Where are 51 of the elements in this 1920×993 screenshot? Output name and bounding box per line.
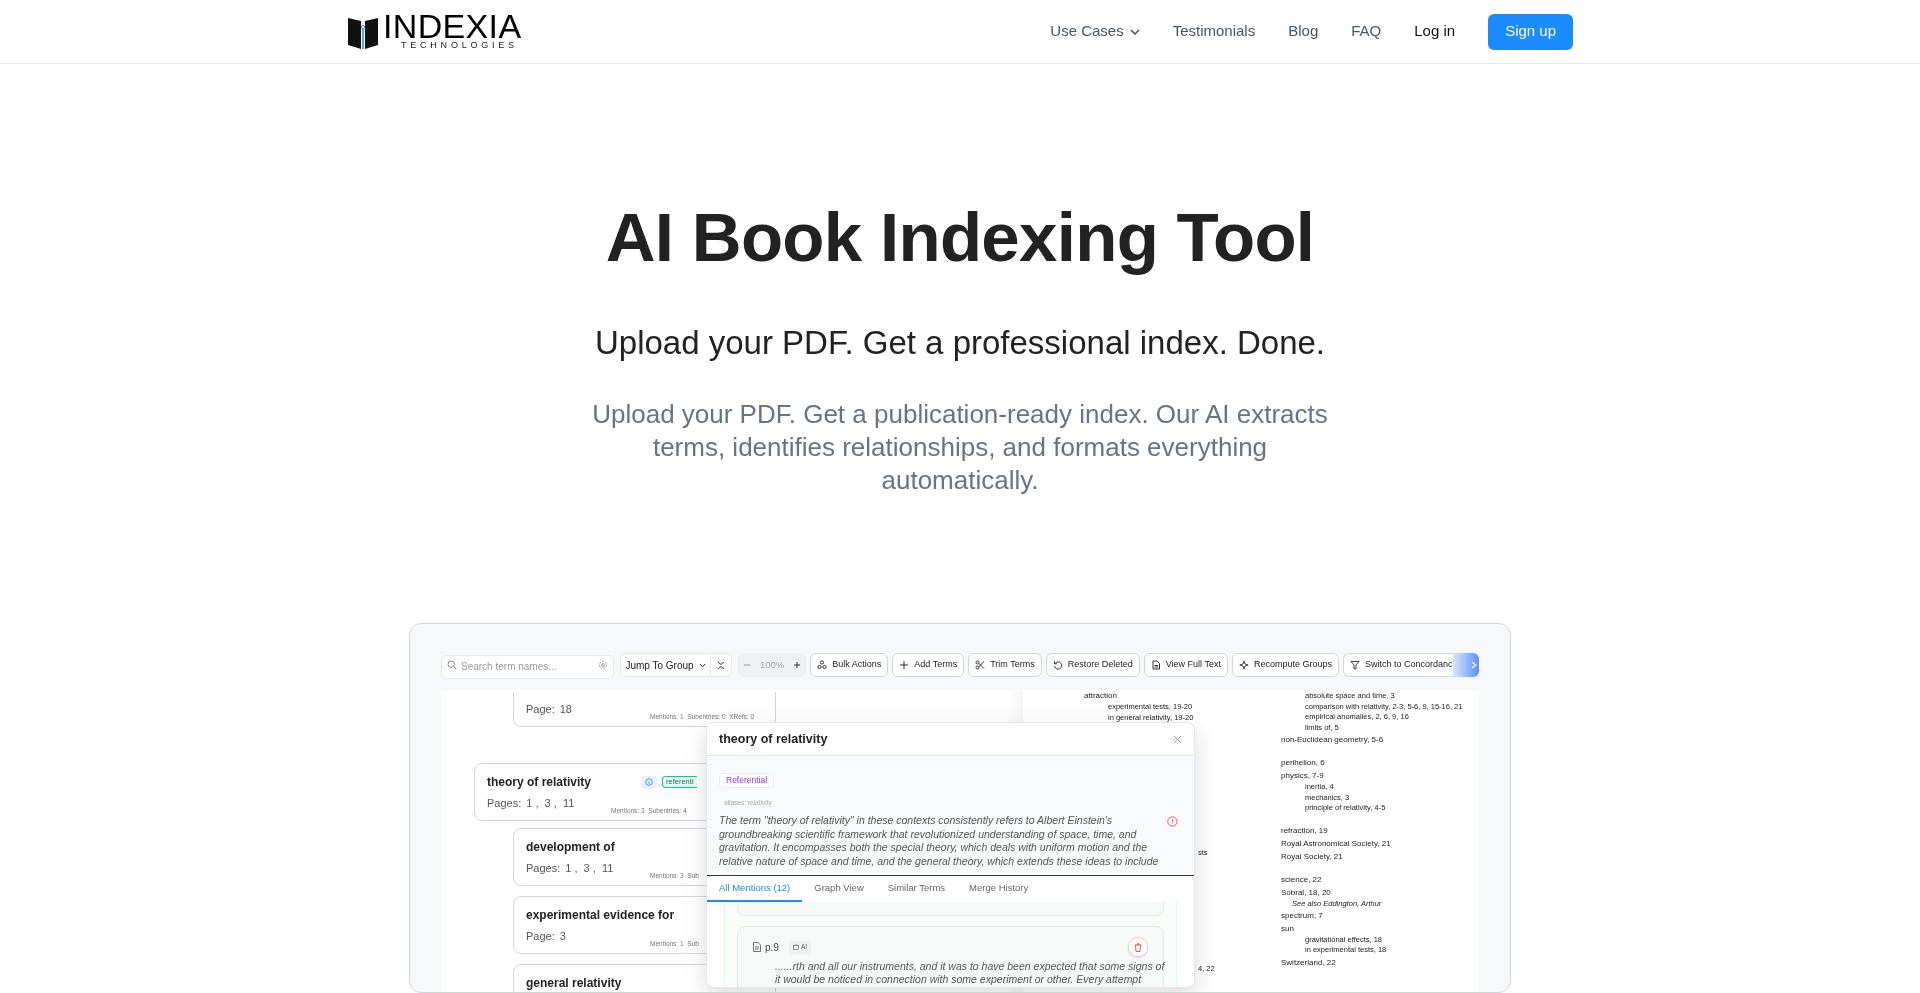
pages-label: Pages: bbox=[526, 861, 561, 875]
page-reference: p.9 bbox=[765, 940, 779, 955]
pages-label: Page: bbox=[526, 929, 555, 943]
index-entry: physics, 7-9 bbox=[1281, 770, 1324, 782]
page-numbers: 1 , 3 , 11 bbox=[526, 796, 575, 810]
index-entry: Royal Astronomical Society, 21 bbox=[1281, 837, 1391, 850]
nav-link[interactable]: Use Cases bbox=[1050, 20, 1140, 43]
term-title: general relativity bbox=[526, 976, 622, 990]
index-entry: attraction bbox=[1084, 690, 1118, 701]
toolbar-button[interactable]: Trim Terms bbox=[968, 653, 1042, 677]
toolbar-button[interactable]: Switch to Concordanc bbox=[1343, 653, 1453, 677]
hero-subtitle: Upload your PDF. Get a professional index. Done. bbox=[594, 323, 1326, 363]
page-numbers: 3 bbox=[559, 929, 566, 943]
mention-excerpt: ......rth and all our instruments, and it was to have been expected that some signs of it would be noticed in connection with some experiment or other. Every attempt bbox=[775, 960, 1165, 986]
index-entry: sun bbox=[1281, 922, 1294, 935]
index-entry: non-Euclidean geometry, 5-6 bbox=[1281, 734, 1384, 746]
term-title: experimental evidence for bbox=[526, 908, 675, 922]
page-numbers: 1 , 3 , 11 bbox=[565, 861, 614, 875]
type-badge: Referential bbox=[719, 773, 775, 788]
login-link[interactable]: Log in bbox=[1414, 20, 1456, 43]
hero-description: Upload your PDF. Get a publication-ready index. Our AI extracts terms, identifies relationships, and formats everything automatically. bbox=[591, 398, 1329, 497]
toolbar-button[interactable]: Restore Deleted bbox=[1045, 653, 1140, 677]
panel-tab[interactable]: Similar Terms bbox=[875, 876, 958, 902]
nav-link[interactable]: FAQ bbox=[1351, 20, 1382, 43]
nav-link[interactable]: Testimonials bbox=[1172, 20, 1256, 43]
index-entry: Sobral, 18, 20 bbox=[1281, 886, 1331, 899]
pages-label: Page: bbox=[526, 702, 555, 716]
search-field[interactable]: Search term names... bbox=[441, 654, 614, 679]
pages-label: Pages: bbox=[487, 796, 522, 810]
toolbar-button[interactable]: Recompute Groups bbox=[1231, 653, 1339, 677]
nav-link[interactable]: Blog bbox=[1288, 20, 1319, 43]
hero-title: AI Book Indexing Tool bbox=[605, 198, 1315, 278]
toolbar-button[interactable]: Add Terms bbox=[892, 653, 965, 677]
index-entry: Royal Society, 21 bbox=[1281, 850, 1343, 863]
index-entry: refraction, 19 bbox=[1281, 824, 1328, 837]
term-title: development of bbox=[526, 840, 615, 854]
group-select[interactable]: Jump To Group bbox=[620, 653, 711, 677]
panel-title: theory of relativity bbox=[719, 730, 828, 748]
panel-tab[interactable]: Graph View bbox=[802, 876, 876, 902]
term-title: theory of relativity bbox=[487, 775, 592, 789]
index-entry: perihelion, 6 bbox=[1281, 757, 1325, 769]
page-numbers: 18 bbox=[559, 702, 572, 716]
zoom-level: 100% bbox=[760, 657, 785, 672]
logo-wordmark: INDEXIA bbox=[383, 12, 522, 40]
panel-tab[interactable]: Merge History bbox=[957, 876, 1041, 902]
index-entry: Switzerland, 22 bbox=[1281, 956, 1336, 969]
logo-tagline: TECHNOLOGIES bbox=[400, 40, 519, 51]
toolbar-button[interactable]: View Full Text bbox=[1143, 653, 1228, 677]
toolbar-button[interactable]: Bulk Actions bbox=[810, 653, 889, 677]
index-entry: spectrum, 7 bbox=[1281, 909, 1323, 922]
index-entry: science, 22 bbox=[1281, 873, 1322, 886]
